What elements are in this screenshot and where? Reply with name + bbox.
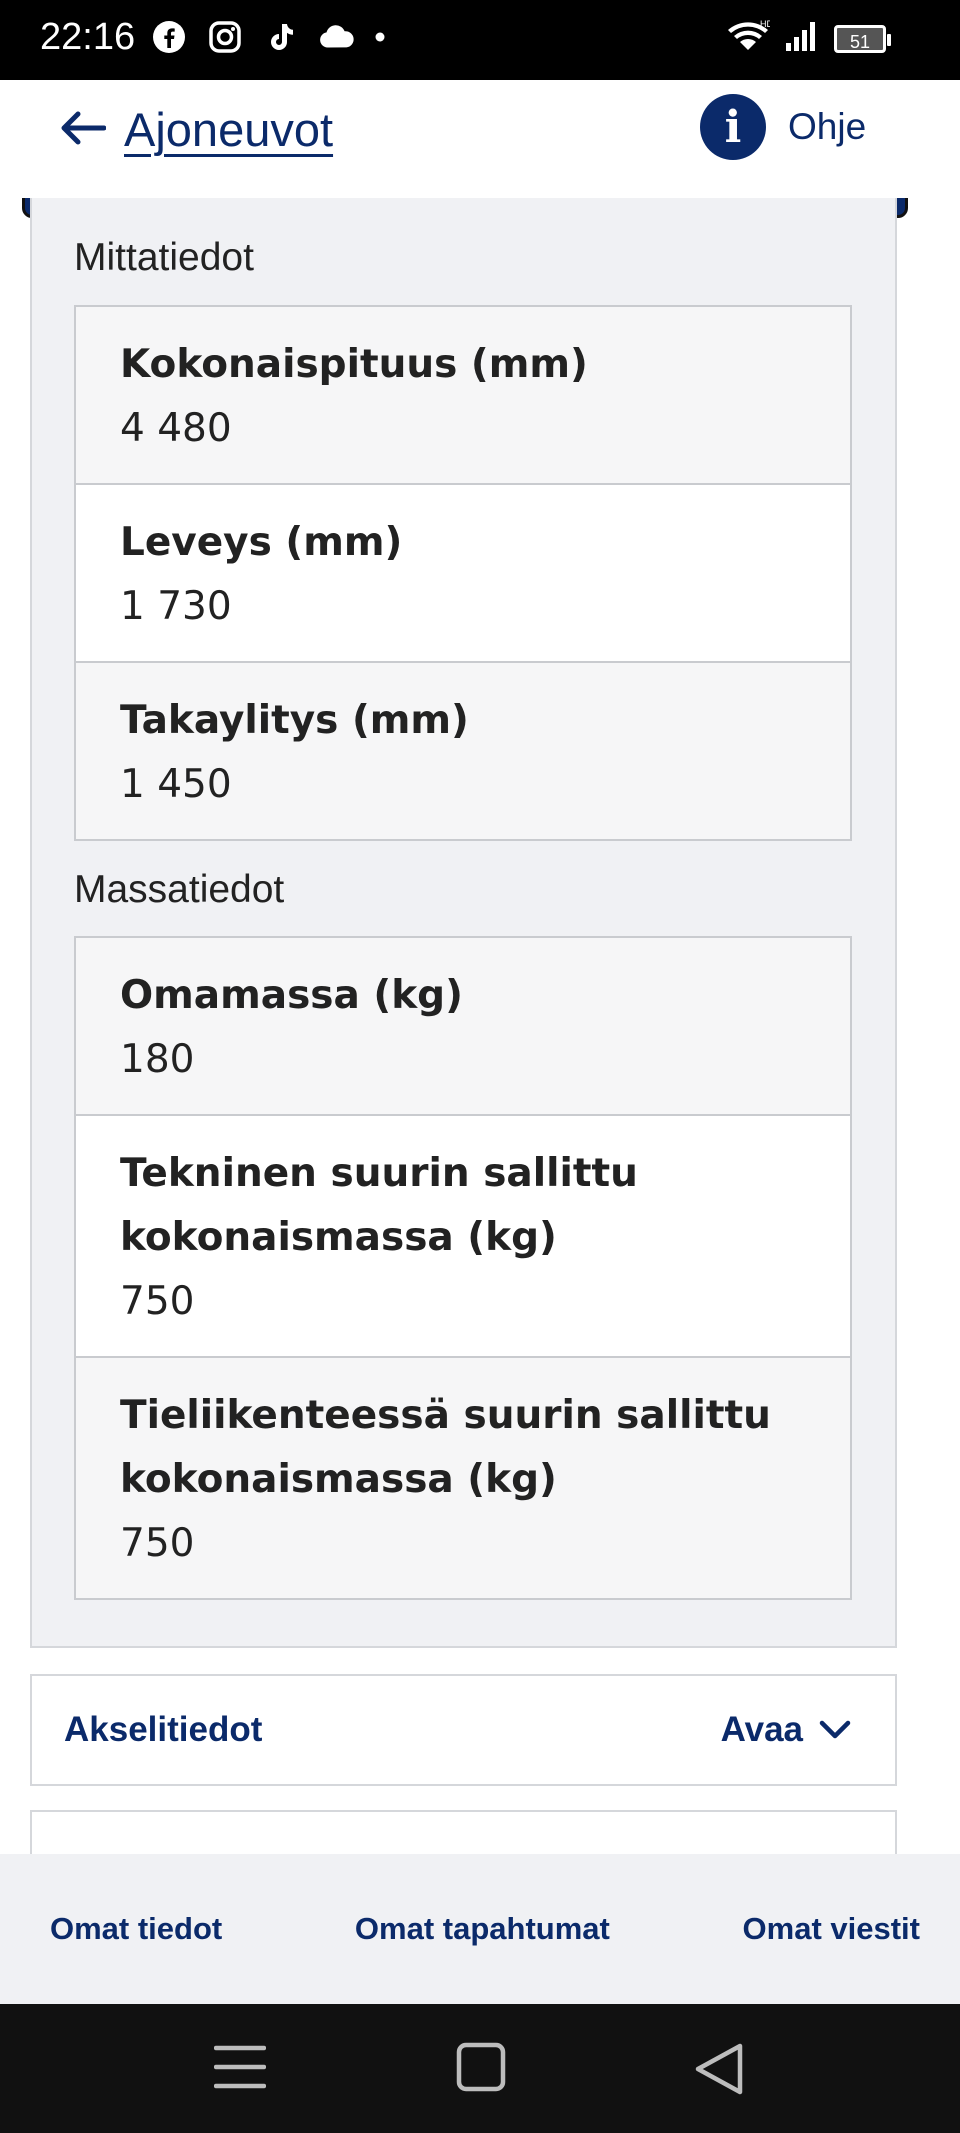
wifi-icon: HD bbox=[726, 18, 773, 59]
list-item: Kokonaispituus (mm) 4 480 bbox=[76, 307, 850, 485]
item-value: 180 bbox=[120, 1037, 195, 1082]
battery-icon: 51 bbox=[834, 24, 891, 53]
accordion-open-label: Avaa bbox=[720, 1710, 803, 1749]
item-label: Omamassa (kg) bbox=[120, 973, 463, 1018]
help-button[interactable]: i Ohje bbox=[700, 94, 866, 160]
accordion-open-button[interactable]: Avaa bbox=[721, 1710, 851, 1750]
back-triangle-icon[interactable] bbox=[694, 2042, 744, 2100]
list-item: Takaylitys (mm) 1 450 bbox=[76, 663, 850, 839]
instagram-icon bbox=[206, 18, 244, 56]
status-time: 22:16 bbox=[40, 16, 136, 58]
item-value: 750 bbox=[120, 1521, 195, 1566]
home-square-icon[interactable] bbox=[456, 2042, 506, 2096]
item-value: 4 480 bbox=[120, 406, 232, 451]
item-label: Tieliikenteessä suurin sallittu kokonais… bbox=[120, 1393, 771, 1502]
back-link-label: Ajoneuvot bbox=[124, 103, 334, 156]
item-value: 1 730 bbox=[120, 584, 232, 629]
app-header: Ajoneuvot i Ohje bbox=[0, 80, 943, 198]
help-label: Ohje bbox=[788, 106, 867, 147]
nav-my-info[interactable]: Omat tiedot bbox=[50, 1911, 222, 1947]
status-bar: 22:16 HD 51 bbox=[0, 0, 960, 80]
menu-icon[interactable] bbox=[213, 2042, 267, 2096]
list-item: Tieliikenteessä suurin sallittu kokonais… bbox=[76, 1358, 850, 1598]
main-content[interactable]: Mittatiedot Kokonaispituus (mm) 4 480 Le… bbox=[0, 198, 960, 1854]
item-label: Takaylitys (mm) bbox=[120, 698, 469, 743]
section-title-mass: Massatiedot bbox=[74, 868, 285, 911]
item-label: Kokonaispituus (mm) bbox=[120, 342, 588, 387]
facebook-icon bbox=[150, 18, 188, 56]
system-navigation-bar bbox=[0, 2004, 960, 2133]
system-status-icons: HD 51 bbox=[726, 18, 891, 59]
accordion-axle-info[interactable]: Akselitiedot Avaa bbox=[30, 1674, 897, 1786]
svg-text:HD: HD bbox=[760, 19, 770, 29]
dimensions-list: Kokonaispituus (mm) 4 480 Leveys (mm) 1 … bbox=[74, 305, 852, 841]
list-item: Omamassa (kg) 180 bbox=[76, 938, 850, 1116]
list-item: Tekninen suurin sallittu kokonaismassa (… bbox=[76, 1116, 850, 1358]
mass-list: Omamassa (kg) 180 Tekninen suurin sallit… bbox=[74, 936, 852, 1600]
bottom-navigation: Omat tiedot Omat tapahtumat Omat viestit bbox=[0, 1854, 960, 2004]
signal-icon bbox=[784, 19, 820, 58]
back-link[interactable]: Ajoneuvot bbox=[60, 102, 333, 157]
accordion-next-partial[interactable] bbox=[30, 1810, 897, 1854]
nav-my-events[interactable]: Omat tapahtumat bbox=[355, 1911, 610, 1947]
accordion-title: Akselitiedot bbox=[64, 1710, 263, 1749]
item-value: 1 450 bbox=[120, 762, 232, 807]
chevron-down-icon bbox=[819, 1710, 851, 1750]
tiktok-icon bbox=[262, 18, 300, 56]
cloud-icon bbox=[318, 18, 356, 56]
item-label: Leveys (mm) bbox=[120, 520, 403, 565]
more-dot-icon bbox=[374, 18, 386, 56]
section-title-dimensions: Mittatiedot bbox=[74, 236, 254, 279]
item-label: Tekninen suurin sallittu kokonaismassa (… bbox=[120, 1151, 638, 1260]
nav-my-messages[interactable]: Omat viestit bbox=[743, 1911, 920, 1947]
info-icon: i bbox=[700, 94, 766, 160]
list-item: Leveys (mm) 1 730 bbox=[76, 485, 850, 663]
notification-icons bbox=[150, 18, 386, 56]
arrow-left-icon bbox=[60, 110, 107, 150]
item-value: 750 bbox=[120, 1279, 195, 1324]
